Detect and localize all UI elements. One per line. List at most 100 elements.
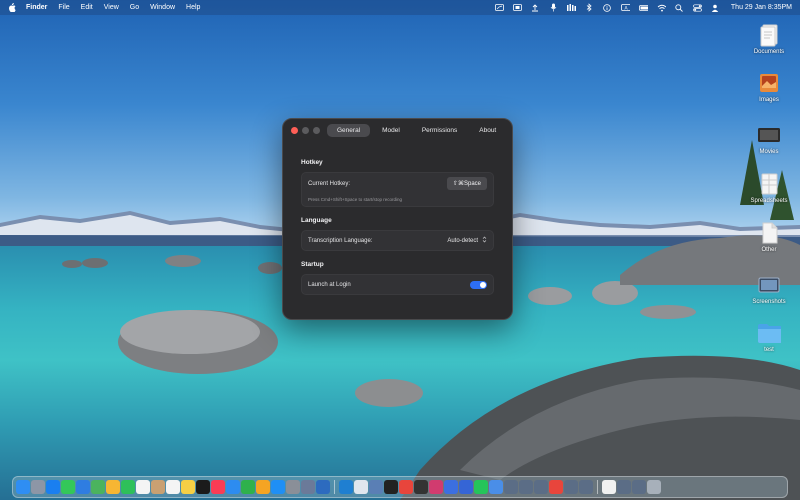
preview-icon[interactable] — [354, 480, 368, 494]
reminders-icon[interactable] — [166, 480, 180, 494]
tab-model[interactable]: Model — [372, 124, 410, 137]
window-app-icon[interactable] — [504, 480, 518, 494]
document-stack-icon — [757, 22, 781, 48]
window-controls — [291, 127, 320, 134]
desktop-stack-documents[interactable]: Documents — [739, 22, 799, 55]
battery-icon[interactable] — [639, 4, 648, 12]
user-icon[interactable] — [711, 4, 720, 12]
settings-content: Hotkey Current Hotkey: ⇧⌘Space Press Cmd… — [283, 141, 512, 295]
password-icon[interactable] — [459, 480, 473, 494]
input-source-icon[interactable]: A — [621, 4, 630, 12]
wifi-icon[interactable] — [657, 4, 666, 12]
terminal-icon[interactable] — [384, 480, 398, 494]
desktop-stack-spreadsheets[interactable]: Spreadsheets — [739, 171, 799, 204]
bookmark-icon[interactable] — [429, 480, 443, 494]
trash-icon[interactable] — [647, 480, 661, 494]
zoom-window-button[interactable] — [313, 127, 320, 134]
profile-icon[interactable] — [369, 480, 383, 494]
launch-at-login-toggle[interactable] — [470, 280, 487, 289]
hotkey-panel: Current Hotkey: ⇧⌘Space Press Cmd+Shift+… — [301, 172, 494, 207]
control-center-icon[interactable] — [693, 3, 702, 12]
window-app-2-icon[interactable] — [519, 480, 533, 494]
close-window-button[interactable] — [291, 127, 298, 134]
desktop-stack-label: Movies — [759, 149, 779, 155]
desktop-folder-test[interactable]: test — [739, 320, 799, 353]
folder-app-icon[interactable] — [489, 480, 503, 494]
finder-icon[interactable] — [16, 480, 30, 494]
keynote-icon[interactable] — [226, 480, 240, 494]
startup-row: Launch at Login — [308, 275, 487, 294]
launchpad-icon[interactable] — [31, 480, 45, 494]
appletv-icon[interactable] — [196, 480, 210, 494]
microphone-icon[interactable] — [549, 3, 558, 12]
whatsapp-icon[interactable] — [474, 480, 488, 494]
desktop-stack-screenshots[interactable]: Screenshots — [739, 272, 799, 305]
spreadsheet-stack-icon — [757, 171, 781, 197]
desktop-stack-label: test — [764, 347, 774, 353]
calendar-icon[interactable] — [136, 480, 150, 494]
safari-icon[interactable] — [46, 480, 60, 494]
tab-general[interactable]: General — [327, 124, 371, 137]
minimize-window-button[interactable] — [302, 127, 309, 134]
facetime-icon[interactable] — [121, 480, 135, 494]
book-icon[interactable] — [301, 480, 315, 494]
menu-file[interactable]: File — [58, 4, 69, 11]
dock — [12, 476, 788, 498]
notes-icon[interactable] — [181, 480, 195, 494]
bluetooth-icon[interactable] — [585, 3, 594, 12]
hotkey-section-title: Hotkey — [301, 159, 323, 166]
menu-go[interactable]: Go — [130, 4, 139, 11]
photos-icon[interactable] — [106, 480, 120, 494]
info-icon[interactable] — [603, 3, 612, 12]
hotkey-hint: Press Cmd+Shift+Space to start/stop reco… — [308, 197, 403, 202]
window-app-4-icon[interactable] — [564, 480, 578, 494]
mail-icon[interactable] — [76, 480, 90, 494]
pages-icon[interactable] — [256, 480, 270, 494]
apple-menu-icon[interactable] — [8, 3, 16, 12]
window-app-6-icon[interactable] — [617, 480, 631, 494]
document-app-icon[interactable] — [602, 480, 616, 494]
screenshot-stack-icon — [757, 272, 781, 298]
search-icon[interactable] — [675, 3, 684, 12]
movie-stack-icon — [757, 122, 781, 148]
menu-edit[interactable]: Edit — [81, 4, 93, 11]
messages-icon[interactable] — [61, 480, 75, 494]
chrome-2-icon[interactable] — [549, 480, 563, 494]
numbers-icon[interactable] — [241, 480, 255, 494]
settings-window: General Model Permissions About Hotkey C… — [282, 118, 513, 320]
tab-about[interactable]: About — [469, 124, 506, 137]
maps-icon[interactable] — [91, 480, 105, 494]
system-settings-icon[interactable] — [286, 480, 300, 494]
menu-app-name[interactable]: Finder — [26, 4, 47, 11]
audio-meter-icon[interactable] — [566, 4, 576, 12]
language-select[interactable]: Auto-detect — [447, 236, 487, 245]
contacts-icon[interactable] — [151, 480, 165, 494]
language-select-value: Auto-detect — [447, 237, 478, 244]
desktop-stack-other[interactable]: Other — [739, 220, 799, 253]
dictionary-icon[interactable] — [316, 480, 330, 494]
menu-help[interactable]: Help — [186, 4, 200, 11]
vscode-icon[interactable] — [339, 480, 353, 494]
window-app-3-icon[interactable] — [534, 480, 548, 494]
language-section-title: Language — [301, 217, 332, 224]
hotkey-recorder-button[interactable]: ⇧⌘Space — [446, 177, 487, 190]
screen-record-icon[interactable] — [495, 4, 504, 12]
desktop-stack-images[interactable]: Images — [739, 70, 799, 103]
tab-permissions[interactable]: Permissions — [412, 124, 467, 137]
startup-section-title: Startup — [301, 261, 324, 268]
todo-icon[interactable] — [444, 480, 458, 494]
menu-view[interactable]: View — [104, 4, 119, 11]
music-icon[interactable] — [211, 480, 225, 494]
window-app-5-icon[interactable] — [579, 480, 593, 494]
dock-separator — [597, 480, 598, 494]
menu-clock[interactable]: Thu 29 Jan 8:35PM — [731, 4, 792, 11]
window-app-7-icon[interactable] — [632, 480, 646, 494]
window-titlebar: General Model Permissions About — [283, 119, 512, 141]
desktop-stack-movies[interactable]: Movies — [739, 122, 799, 155]
menu-window[interactable]: Window — [150, 4, 175, 11]
screenshot-icon[interactable] — [513, 4, 522, 12]
chrome-icon[interactable] — [399, 480, 413, 494]
upload-icon[interactable] — [531, 3, 540, 12]
app-store-icon[interactable] — [271, 480, 285, 494]
activity-icon[interactable] — [414, 480, 428, 494]
